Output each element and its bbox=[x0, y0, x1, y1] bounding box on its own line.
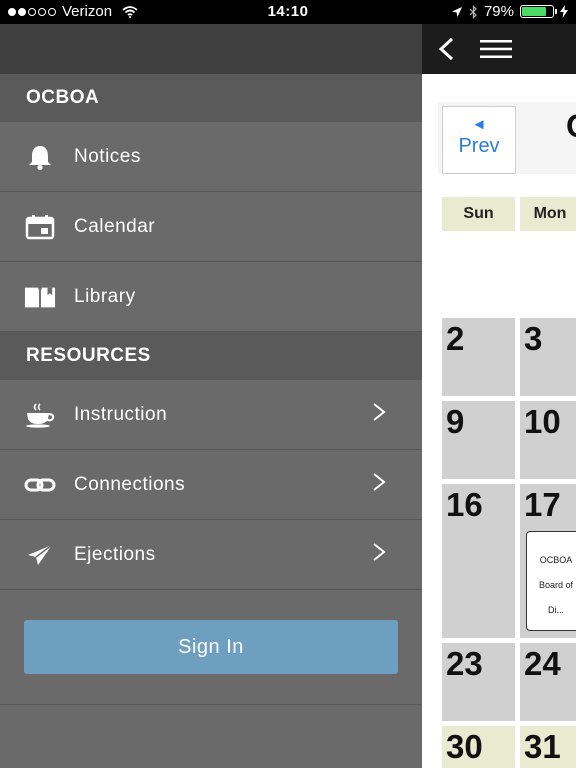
paper-plane-icon bbox=[24, 541, 56, 569]
calendar-day-cell[interactable]: 23 bbox=[442, 643, 515, 721]
bluetooth-icon bbox=[469, 4, 477, 19]
date-number: 17 bbox=[524, 486, 561, 523]
prev-arrow-icon: ◄ bbox=[471, 116, 487, 133]
section-header-resources: RESOURCES bbox=[0, 332, 422, 380]
menu-item-label: Instruction bbox=[74, 403, 168, 425]
back-chevron-icon[interactable] bbox=[436, 37, 456, 61]
date-number: 10 bbox=[524, 403, 561, 440]
date-number: 24 bbox=[524, 645, 561, 682]
calendar-day-cell[interactable]: 2 bbox=[442, 318, 515, 396]
book-icon bbox=[24, 283, 56, 311]
panel-nav-bar bbox=[422, 24, 576, 74]
calendar-day-cell[interactable]: 16 bbox=[442, 484, 515, 638]
calendar-day-cell[interactable]: 9 bbox=[442, 401, 515, 479]
menu-item-ejections[interactable]: Ejections bbox=[0, 520, 422, 590]
menu-item-library[interactable]: Library bbox=[0, 262, 422, 332]
event-subtitle: Board of bbox=[538, 580, 574, 590]
prev-label: Prev bbox=[458, 135, 500, 157]
date-number: 30 bbox=[446, 728, 483, 765]
calendar-day-cell[interactable]: 24 bbox=[520, 643, 576, 721]
calendar-day-cell[interactable]: 3 bbox=[520, 318, 576, 396]
coffee-cup-icon bbox=[24, 401, 56, 429]
menu-item-label: Library bbox=[74, 285, 136, 307]
event-subtitle-more: Di... bbox=[547, 605, 564, 615]
status-bar: Verizon 14:10 79% bbox=[0, 0, 576, 24]
menu-item-label: Calendar bbox=[74, 215, 156, 237]
link-icon bbox=[24, 471, 56, 499]
day-header-sun: Sun bbox=[442, 197, 515, 231]
event-title: OCBOA bbox=[539, 555, 573, 565]
calendar-event[interactable]: OCBOA Board of Di... bbox=[526, 531, 576, 631]
menu-item-connections[interactable]: Connections bbox=[0, 450, 422, 520]
menu-item-calendar[interactable]: Calendar bbox=[0, 192, 422, 262]
menu-item-label: Ejections bbox=[74, 543, 156, 565]
date-number: 2 bbox=[446, 320, 465, 357]
battery-percent: 79% bbox=[483, 3, 514, 20]
chevron-right-icon bbox=[373, 473, 386, 491]
location-arrow-icon bbox=[451, 6, 462, 17]
date-number: 3 bbox=[524, 320, 543, 357]
date-number: 23 bbox=[446, 645, 483, 682]
bell-icon bbox=[24, 143, 56, 171]
date-number: 31 bbox=[524, 728, 561, 765]
sign-in-button[interactable]: Sign In bbox=[24, 620, 398, 674]
battery-icon bbox=[520, 5, 557, 18]
prev-month-button[interactable]: ◄ Prev bbox=[442, 106, 516, 174]
date-number: 16 bbox=[446, 486, 483, 523]
month-title: O bbox=[566, 108, 576, 145]
calendar-day-cell[interactable]: 31 bbox=[520, 726, 576, 768]
calendar-day-cell[interactable]: 10 bbox=[520, 401, 576, 479]
menu-item-instruction[interactable]: Instruction bbox=[0, 380, 422, 450]
menu-item-notices[interactable]: Notices bbox=[0, 122, 422, 192]
menu-item-label: Connections bbox=[74, 473, 186, 495]
day-header-mon: Mon bbox=[520, 197, 576, 231]
section-header-ocboa: OCBOA bbox=[0, 74, 422, 122]
calendar-day-cell[interactable]: 30 bbox=[442, 726, 515, 768]
side-menu: OCBOA Notices Calendar Library RESOURCES… bbox=[0, 24, 422, 768]
date-number: 9 bbox=[446, 403, 465, 440]
status-icons: 79% bbox=[451, 3, 568, 20]
divider bbox=[0, 704, 422, 705]
signin-area: Sign In bbox=[0, 590, 422, 674]
chevron-right-icon bbox=[373, 403, 386, 421]
hamburger-menu-icon[interactable] bbox=[480, 39, 512, 59]
chevron-right-icon bbox=[373, 543, 386, 561]
charging-bolt-icon bbox=[560, 5, 568, 18]
menu-top-bar bbox=[0, 24, 422, 74]
menu-item-label: Notices bbox=[74, 145, 141, 167]
calendar-icon bbox=[24, 213, 56, 241]
